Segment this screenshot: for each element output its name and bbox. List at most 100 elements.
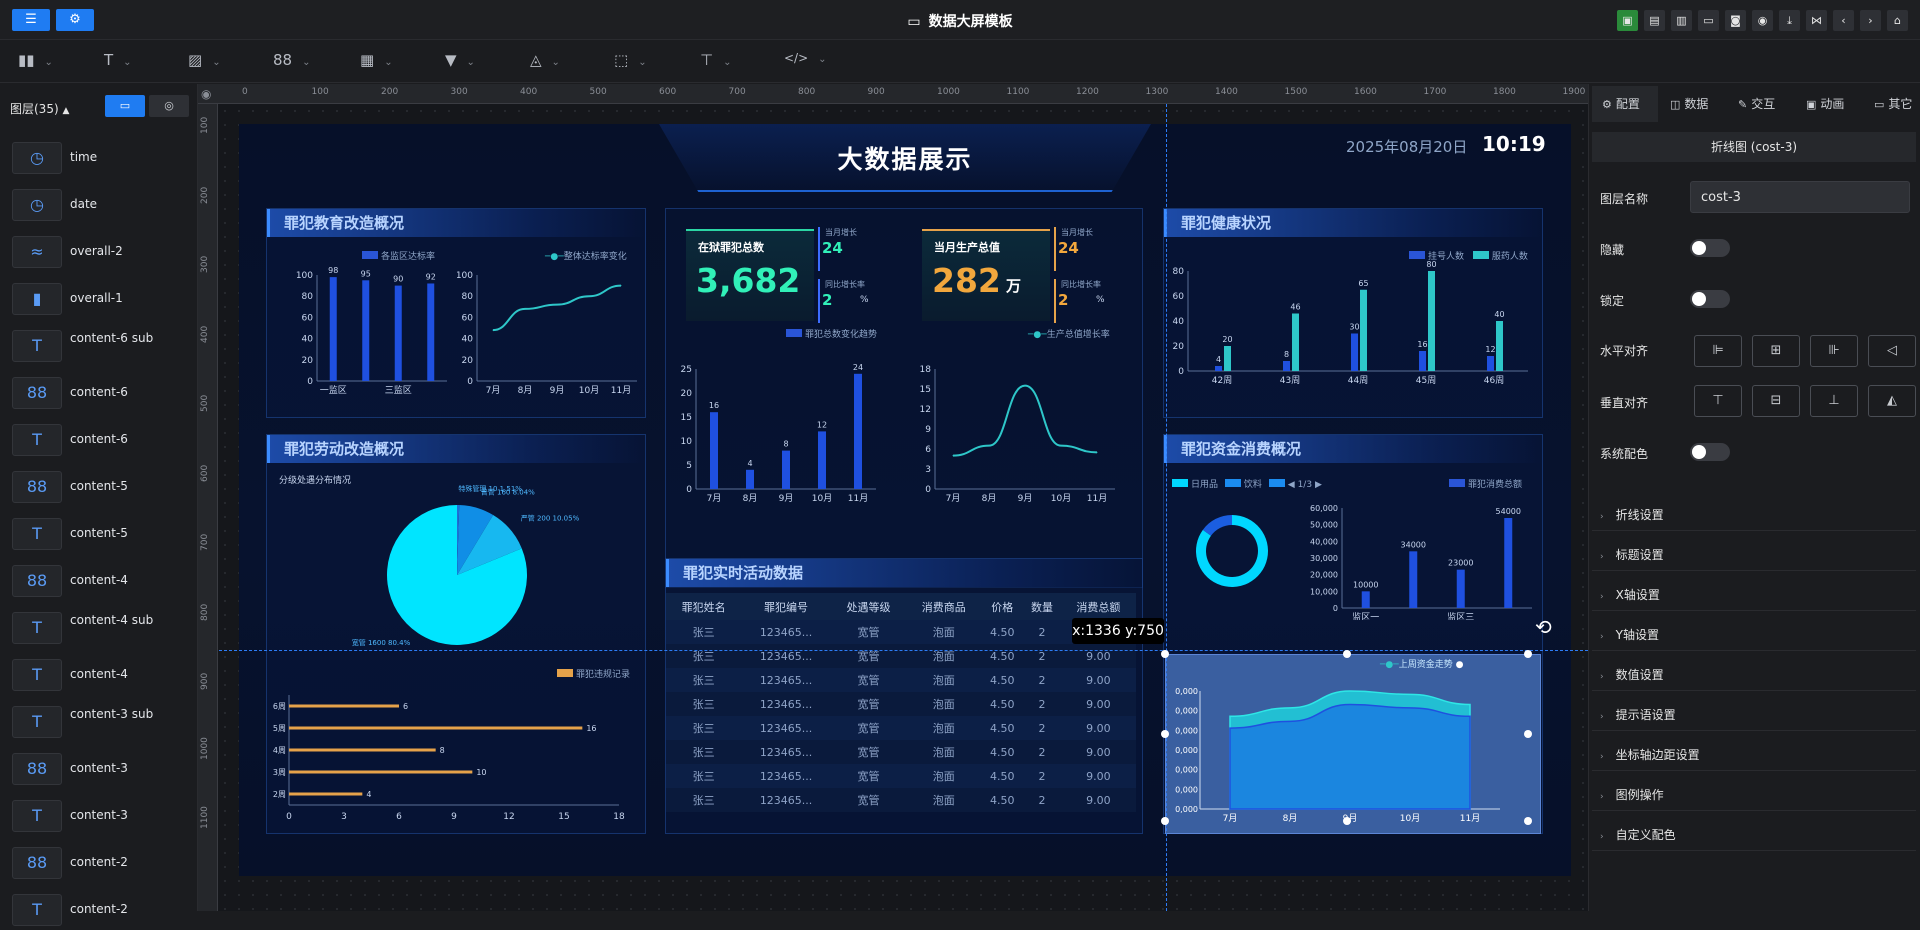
section-5[interactable]: › 提示语设置 [1600, 706, 1676, 723]
align-distribute-h-icon[interactable]: ◁ [1868, 335, 1916, 367]
next-icon[interactable]: › [1860, 10, 1881, 31]
tab-database[interactable]: ◫ 数据 [1670, 95, 1708, 112]
layer-item[interactable]: ◷ time [12, 138, 192, 178]
table-row[interactable]: 张三123465...宽管泡面4.5029.00 [666, 740, 1136, 764]
layer-item[interactable]: Tcontent-3 [12, 796, 192, 836]
table-row[interactable]: 张三123465...宽管泡面4.5029.00 [666, 716, 1136, 740]
screenshot-icon[interactable]: ◙ [1725, 10, 1746, 31]
layer-item[interactable]: ▮ overall-1 [12, 279, 192, 319]
table-tool[interactable]: ▦ ⌄ [360, 51, 393, 71]
bar-chart-tool[interactable]: ▮▮ ⌄ [18, 51, 53, 71]
filter-tool[interactable]: ▼ ⌄ [445, 51, 475, 71]
section-1[interactable]: › 标题设置 [1600, 546, 1664, 563]
border-tool[interactable]: ⬚ ⌄ [614, 51, 647, 71]
brush-tool[interactable]: ⊤ ⌄ [700, 51, 731, 71]
layers-header[interactable]: 图层(35) ▲ [10, 100, 69, 117]
download-icon[interactable]: ⤓ [1779, 10, 1800, 31]
kpi-panel[interactable]: 在狱罪犯总数 3,682 当月增长 24 同比增长率 2% 当月生产总值 282 万… [665, 208, 1143, 588]
resize-handle[interactable] [1524, 817, 1532, 825]
education-panel[interactable]: 罪犯教育改造概况 各监区达标率 ─●─整体达标率变化 0 20 40 60 80 100 9… [266, 208, 646, 418]
text-tool[interactable]: T ⌄ [104, 51, 132, 71]
save-icon[interactable]: ▤ [1644, 10, 1665, 31]
align-top-icon[interactable]: ⊤ [1694, 385, 1742, 417]
tab-gear[interactable]: ⚙ 配置 [1602, 95, 1640, 112]
home-icon[interactable]: ⌂ [1887, 10, 1908, 31]
preview-icon[interactable]: ◉ [1752, 10, 1773, 31]
table-row[interactable]: 张三123465...宽管泡面4.5029.00 [666, 788, 1136, 812]
prev-icon[interactable]: ‹ [1833, 10, 1854, 31]
layer-view-monitor-button[interactable]: ▭ [105, 95, 145, 117]
layer-view-database-button[interactable]: ◎ [149, 95, 189, 117]
section-8[interactable]: › 自定义配色 [1600, 826, 1676, 843]
table-row[interactable]: 张三123465...宽管泡面4.5029.00 [666, 644, 1136, 668]
align-center-icon[interactable]: ⊞ [1752, 335, 1800, 367]
screen-time[interactable]: 10:19 [1482, 132, 1546, 156]
layer-item[interactable]: ≈ overall-2 [12, 232, 192, 272]
selected-cost-3-chart[interactable]: ─●─上周资金走势 ● 0,000 0,000 0,000 0,000 0,000 0,0… [1165, 654, 1541, 834]
export-icon[interactable]: ▣ [1617, 10, 1638, 31]
locked-toggle[interactable] [1690, 290, 1730, 308]
legend-next-icon[interactable]: ▶ [1315, 480, 1322, 490]
system-color-toggle[interactable] [1690, 443, 1730, 461]
labor-panel[interactable]: 罪犯劳动改造概况 分级处遇分布情况 宽管 1600 80.4% 严管 200 10… [266, 434, 646, 834]
table-row[interactable]: 张三123465...宽管泡面4.5029.00 [666, 764, 1136, 788]
share-icon[interactable]: ⋈ [1806, 10, 1827, 31]
resize-handle[interactable] [1161, 730, 1169, 738]
align-bottom-icon[interactable]: ⊥ [1810, 385, 1858, 417]
keyboard-icon[interactable]: ▭ [1698, 10, 1719, 31]
align-right-icon[interactable]: ⊪ [1810, 335, 1858, 367]
layer-item[interactable]: Tcontent-5 [12, 514, 192, 554]
resize-handle[interactable] [1343, 817, 1351, 825]
code-tool[interactable]: </> ⌄ [784, 51, 827, 71]
layer-item[interactable]: Tcontent-4 sub [12, 608, 192, 648]
section-7[interactable]: › 图例操作 [1600, 786, 1664, 803]
layer-item[interactable]: ◷ date [12, 185, 192, 225]
align-distribute-v-icon[interactable]: ◭ [1868, 385, 1916, 417]
align-middle-icon[interactable]: ⊟ [1752, 385, 1800, 417]
section-3[interactable]: › Y轴设置 [1600, 626, 1659, 643]
resize-handle[interactable] [1343, 650, 1351, 658]
layer-item[interactable]: Tcontent-3 sub [12, 702, 192, 742]
activity-table[interactable]: 罪犯姓名 罪犯编号 处遇等级 消费商品 价格 数量 消费总额 张三 123465... 宽管 泡面… [666, 593, 1136, 812]
rotate-icon[interactable]: ⟲ [1535, 615, 1552, 639]
screen-date[interactable]: 2025年08月20日 [1346, 136, 1467, 157]
section-2[interactable]: › X轴设置 [1600, 586, 1660, 603]
layer-item[interactable]: Tcontent-6 [12, 420, 192, 460]
media-tool[interactable]: 88 ⌄ [273, 51, 310, 71]
hidden-toggle[interactable] [1690, 239, 1730, 257]
tab-animation[interactable]: ▣ 动画 [1806, 95, 1844, 112]
layer-item[interactable]: Tcontent-4 [12, 655, 192, 695]
eye-icon[interactable]: ◉ [201, 87, 211, 101]
kpi-inmates[interactable]: 在狱罪犯总数 3,682 [686, 229, 814, 321]
resize-handle[interactable] [1161, 817, 1169, 825]
layer-item[interactable]: Tcontent-6 sub [12, 326, 192, 366]
section-6[interactable]: › 坐标轴边距设置 [1600, 746, 1700, 763]
resize-handle[interactable] [1524, 730, 1532, 738]
kpi-production[interactable]: 当月生产总值 282 万 [922, 229, 1050, 321]
layer-item[interactable]: 88 content-2 [12, 843, 192, 883]
layer-item[interactable]: 88 content-4 [12, 561, 192, 601]
layer-item[interactable]: 88 content-5 [12, 467, 192, 507]
table-row[interactable]: 张三123465...宽管泡面4.5029.00 [666, 620, 1136, 644]
tab-edit[interactable]: ✎ 交互 [1738, 95, 1775, 112]
image-tool[interactable]: ▨ ⌄ [188, 51, 221, 71]
table-row[interactable]: 张三123465...宽管泡面4.5029.00 [666, 668, 1136, 692]
layer-item[interactable]: 88 content-6 [12, 373, 192, 413]
legend-consumption: 罪犯消费总额 [1449, 477, 1522, 490]
layer-item[interactable]: 88 content-3 [12, 749, 192, 789]
health-panel[interactable]: 罪犯健康状况 挂号人数 服药人数 0 20 40 60 80 4 8 30 16 12 20 46 65… [1163, 208, 1543, 418]
align-left-icon[interactable]: ⊫ [1694, 335, 1742, 367]
tab-folder[interactable]: ▭ 其它 [1874, 95, 1912, 112]
layer-name-input[interactable] [1690, 181, 1910, 213]
table-row[interactable]: 张三123465...宽管泡面4.5029.00 [666, 692, 1136, 716]
resize-handle[interactable] [1524, 650, 1532, 658]
shape-tool[interactable]: ◬ ⌄ [530, 51, 560, 71]
legend-prev-icon[interactable]: ◀ [1288, 480, 1295, 490]
violation-hbar-chart: 0 3 6 9 12 15 18 4 2周 10 3周 8 4周 16 5周 6 6周 [273, 695, 625, 822]
resize-handle[interactable] [1161, 650, 1169, 658]
layer-item[interactable]: Tcontent-2 [12, 890, 192, 930]
section-4[interactable]: › 数值设置 [1600, 666, 1664, 683]
section-0[interactable]: › 折线设置 [1600, 506, 1664, 523]
activity-table-panel[interactable]: 罪犯实时活动数据 罪犯姓名 罪犯编号 处遇等级 消费商品 价格 数量 消费总额 张三 1234… [665, 558, 1143, 834]
delete-icon[interactable]: ▥ [1671, 10, 1692, 31]
